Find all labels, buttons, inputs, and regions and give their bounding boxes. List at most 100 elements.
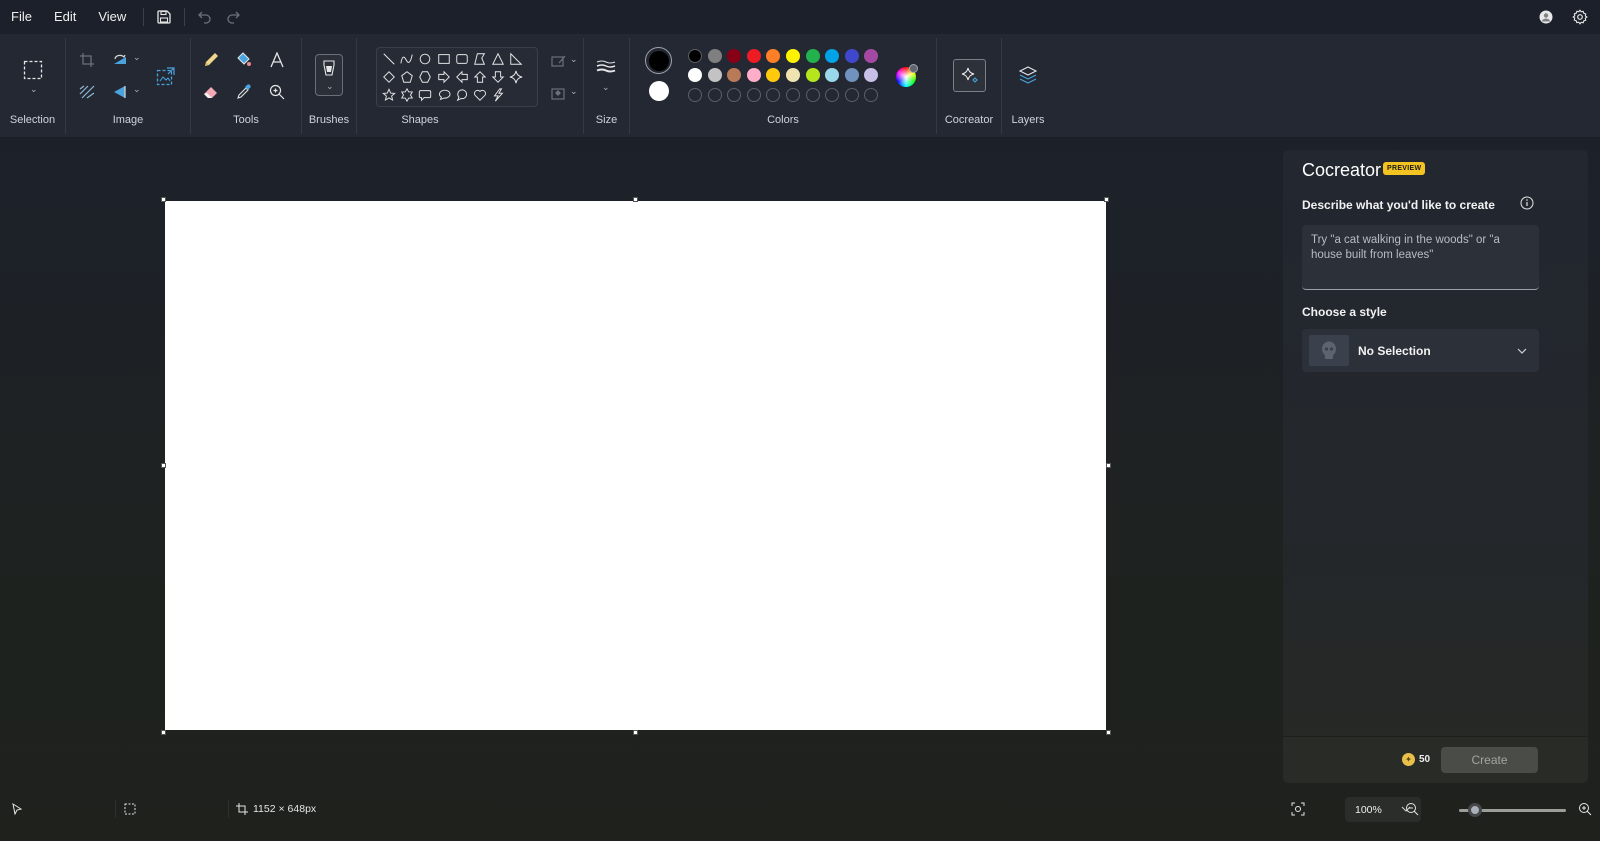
shape-pentagon[interactable] (399, 69, 415, 85)
color-swatch[interactable] (688, 49, 702, 63)
custom-color-slot[interactable] (727, 88, 742, 102)
chevron-down-icon[interactable]: ⌄ (30, 84, 38, 95)
custom-color-slot[interactable] (707, 88, 722, 102)
shape-oval[interactable] (417, 51, 433, 67)
custom-color-slot[interactable] (844, 88, 859, 102)
zoom-in-button[interactable] (1578, 795, 1592, 823)
shape-lightning[interactable] (490, 87, 506, 103)
cocreator-button[interactable] (953, 59, 986, 92)
custom-color-slot[interactable] (746, 88, 761, 102)
color-swatch[interactable] (786, 68, 800, 82)
color-swatch[interactable] (707, 68, 722, 82)
zoom-slider-thumb[interactable] (1468, 803, 1482, 817)
color-swatch[interactable] (844, 49, 859, 63)
color-swatch[interactable] (727, 68, 742, 82)
color-swatch[interactable] (825, 68, 840, 82)
shape-line[interactable] (381, 51, 397, 67)
color-swatch[interactable] (805, 49, 820, 63)
info-button[interactable] (1520, 196, 1536, 212)
account-button[interactable] (1532, 3, 1560, 31)
menu-view[interactable]: View (87, 0, 137, 34)
menu-edit[interactable]: Edit (43, 0, 87, 34)
shape-hexagon[interactable] (417, 69, 433, 85)
resize-handle-bottom-right[interactable] (1106, 730, 1111, 735)
zoom-out-button[interactable] (1405, 795, 1419, 823)
redo-button[interactable] (219, 3, 247, 31)
chevron-down-icon[interactable]: ⌄ (602, 82, 610, 93)
resize-handle-bottom-left[interactable] (161, 730, 166, 735)
shape-left-arrow[interactable] (454, 69, 470, 85)
layers-button[interactable] (1014, 61, 1042, 89)
pencil-button[interactable] (197, 46, 225, 74)
shape-fill-button[interactable] (545, 79, 573, 107)
brushes-button[interactable]: ⌄ (315, 54, 343, 96)
prompt-input[interactable]: Try "a cat walking in the woods" or "a h… (1302, 225, 1539, 290)
resize-handle-top-left[interactable] (161, 197, 166, 202)
secondary-color[interactable] (649, 81, 669, 101)
shape-down-arrow[interactable] (490, 69, 506, 85)
primary-color[interactable] (645, 47, 672, 74)
save-button[interactable] (150, 3, 178, 31)
color-swatch[interactable] (864, 68, 879, 82)
edit-colors-button[interactable] (896, 64, 918, 87)
color-swatch[interactable] (688, 68, 702, 82)
color-swatch[interactable] (746, 49, 761, 63)
resize-handle-right[interactable] (1106, 463, 1111, 468)
flip-button[interactable] (106, 78, 134, 106)
eraser-button[interactable] (197, 78, 225, 106)
resize-button[interactable] (152, 62, 180, 90)
select-tool-button[interactable] (19, 56, 47, 84)
shape-five-point-star[interactable] (381, 87, 397, 103)
shape-four-point-star[interactable] (508, 69, 524, 85)
shape-right-arrow[interactable] (436, 69, 452, 85)
color-swatch[interactable] (864, 49, 879, 63)
rotate-button[interactable] (106, 46, 134, 74)
color-swatch[interactable] (766, 49, 781, 63)
style-dropdown[interactable]: No Selection (1302, 329, 1539, 372)
color-swatch[interactable] (707, 49, 722, 63)
shape-up-arrow[interactable] (472, 69, 488, 85)
fit-to-window-button[interactable] (1291, 795, 1305, 823)
color-picker-button[interactable] (230, 78, 258, 106)
custom-color-slot[interactable] (766, 88, 781, 102)
custom-color-slot[interactable] (786, 88, 800, 102)
color-swatch[interactable] (786, 49, 800, 63)
shape-cloud-callout[interactable] (454, 87, 470, 103)
shape-oval-callout[interactable] (436, 87, 452, 103)
settings-button[interactable] (1566, 3, 1594, 31)
undo-button[interactable] (191, 3, 219, 31)
shape-curve[interactable] (399, 51, 415, 67)
shape-diamond[interactable] (381, 69, 397, 85)
fill-button[interactable] (230, 46, 258, 74)
color-swatch[interactable] (825, 49, 840, 63)
magnifier-button[interactable] (263, 78, 291, 106)
size-button[interactable] (592, 54, 620, 82)
resize-handle-top-right[interactable] (1104, 197, 1109, 202)
color-swatch[interactable] (805, 68, 820, 82)
text-button[interactable] (263, 46, 291, 74)
custom-color-slot[interactable] (825, 88, 840, 102)
resize-handle-left[interactable] (161, 463, 166, 468)
color-swatch[interactable] (844, 68, 859, 82)
chevron-down-icon[interactable]: ⌄ (570, 86, 578, 97)
crop-button[interactable] (73, 46, 101, 74)
chevron-down-icon[interactable]: ⌄ (570, 54, 578, 65)
custom-color-slot[interactable] (805, 88, 820, 102)
custom-color-slot[interactable] (864, 88, 879, 102)
drawing-canvas[interactable] (165, 201, 1106, 730)
resize-handle-top[interactable] (633, 197, 638, 202)
shape-rectangle[interactable] (436, 51, 452, 67)
custom-color-slot[interactable] (688, 88, 702, 102)
shape-heart[interactable] (472, 87, 488, 103)
remove-background-button[interactable] (73, 78, 101, 106)
shape-polygon[interactable] (472, 51, 488, 67)
shape-right-triangle[interactable] (508, 51, 524, 67)
chevron-down-icon[interactable]: ⌄ (133, 84, 141, 95)
shape-outline-button[interactable] (545, 47, 573, 75)
shape-rounded-callout[interactable] (417, 87, 433, 103)
resize-handle-bottom[interactable] (633, 730, 638, 735)
chevron-down-icon[interactable]: ⌄ (133, 52, 141, 63)
color-swatch[interactable] (727, 49, 742, 63)
color-swatch[interactable] (746, 68, 761, 82)
shape-six-point-star[interactable] (399, 87, 415, 103)
